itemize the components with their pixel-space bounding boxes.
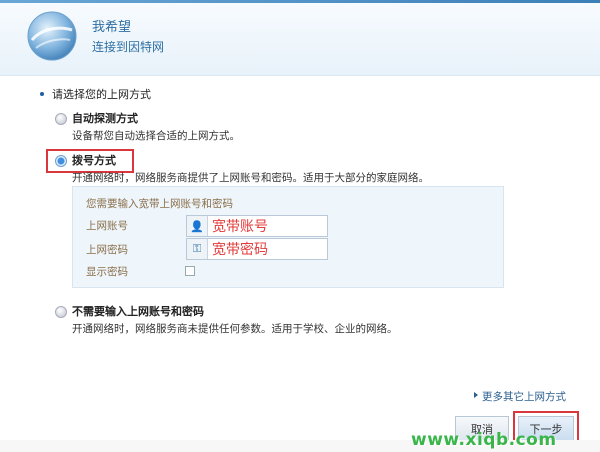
option-dialup-label[interactable]: 拨号方式 — [72, 152, 116, 168]
show-password-checkbox[interactable] — [185, 266, 195, 276]
radio-no-credentials[interactable] — [55, 306, 67, 318]
option-dialup-desc: 开通网络时，网络服务商提供了上网账号和密码。适用于大部分的家庭网络。 — [72, 172, 429, 184]
more-methods-link[interactable]: 更多其它上网方式 — [482, 389, 566, 404]
key-icon: ⚿ — [187, 239, 208, 259]
show-password-label: 显示密码 — [86, 266, 128, 278]
wizard-header — [0, 3, 600, 76]
header-title: 我希望 — [92, 20, 132, 35]
option-no-credentials-label[interactable]: 不需要输入上网账号和密码 — [72, 303, 204, 319]
more-link-arrow-icon — [474, 392, 478, 398]
radio-auto-detect[interactable] — [55, 113, 67, 125]
watermark-text: www.xiqb.com — [411, 430, 557, 450]
prompt-text: 请选择您的上网方式 — [52, 88, 151, 101]
account-label: 上网账号 — [86, 220, 128, 232]
globe-icon — [27, 11, 77, 61]
user-icon: 👤 — [187, 216, 208, 236]
prompt-bullet — [40, 92, 44, 96]
password-value: 宽带密码 — [212, 242, 268, 258]
header-subtitle: 连接到因特网 — [92, 40, 165, 54]
option-auto-detect-desc: 设备帮您自动选择合适的上网方式。 — [72, 130, 240, 142]
account-value: 宽带账号 — [212, 219, 268, 235]
credentials-panel-title: 您需要输入宽带上网账号和密码 — [86, 198, 233, 210]
option-no-credentials-desc: 开通网络时，网络服务商未提供任何参数。适用于学校、企业的网络。 — [72, 323, 398, 335]
option-auto-detect-label[interactable]: 自动探测方式 — [72, 110, 138, 126]
radio-dialup[interactable] — [55, 155, 67, 167]
password-label: 上网密码 — [86, 244, 128, 256]
